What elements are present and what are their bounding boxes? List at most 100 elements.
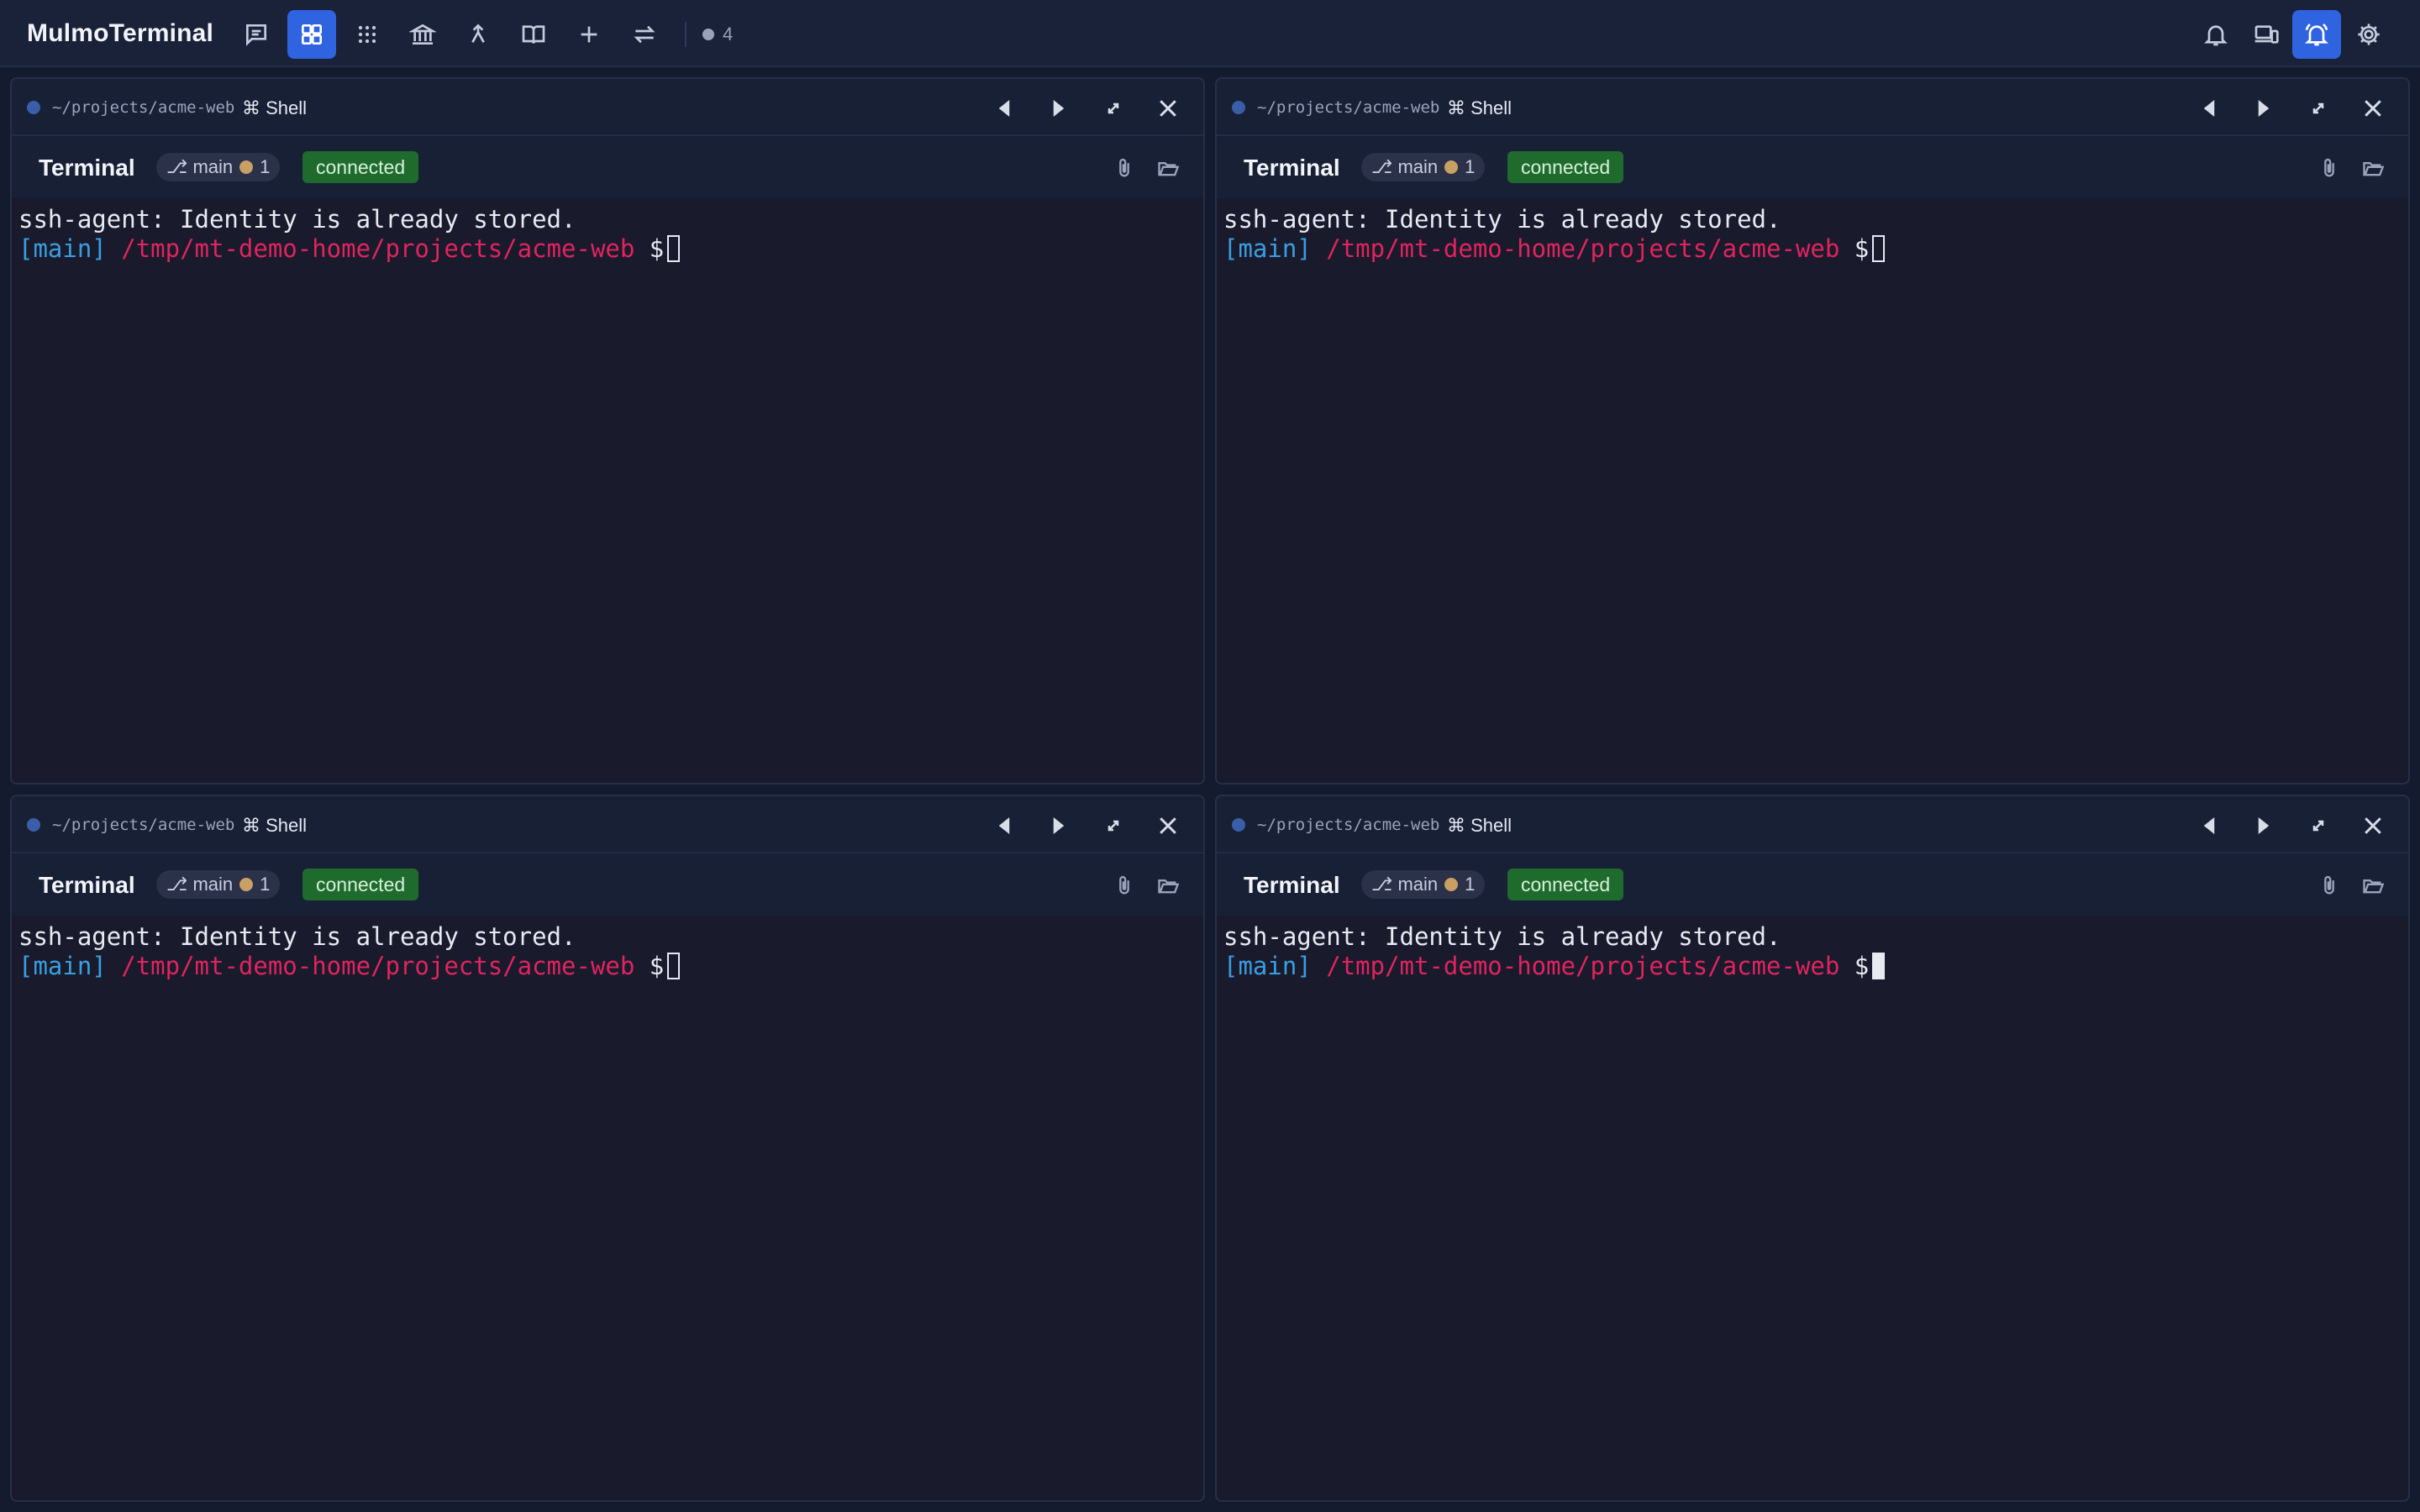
prompt-branch: [main] [1223,952,1312,980]
prompt-branch: [main] [1223,234,1312,263]
pane-toolbar: Terminal ⎇ main 1 connected [12,136,1203,198]
app-title: MulmoTerminal [27,19,214,47]
prompt-branch: [main] [18,952,107,980]
close-pane-button[interactable] [2355,808,2391,843]
status-badge: connected [1507,151,1624,183]
prompt-branch: [main] [18,234,107,263]
modified-dot-icon [239,160,254,174]
terminal-pane-2[interactable]: ~/projects/acme-web ⌘ Shell Terminal ⎇ m… [1215,77,2410,785]
close-pane-button[interactable] [1150,91,1186,126]
prompt-symbol: $ [649,952,665,980]
next-pane-button[interactable] [2246,91,2281,126]
modified-dot-icon [239,878,254,891]
grid-layout-icon[interactable] [287,10,336,59]
branch-badge[interactable]: ⎇ main 1 [1361,870,1486,899]
branch-name: ⎇ main [166,874,234,895]
maximize-button[interactable] [1096,808,1131,843]
terminal-output[interactable]: ssh-agent: Identity is already stored. [… [18,205,1197,783]
terminal-pane-1[interactable]: ~/projects/acme-web ⌘ Shell Terminal ⎇ m… [10,77,1205,785]
attach-icon[interactable] [1107,151,1141,185]
branch-name: ⎇ main [1371,874,1439,895]
next-pane-button[interactable] [2246,808,2281,843]
toolbar-divider [685,22,687,47]
attach-icon[interactable] [2312,151,2346,185]
pane-toolbar: Terminal ⎇ main 1 connected [1217,853,2408,916]
session-count: 4 [702,22,733,47]
session-dot-icon [702,29,714,40]
status-badge: connected [1507,869,1624,900]
prompt-path: /tmp/mt-demo-home/projects/acme-web [121,952,635,980]
modified-count: 1 [1465,874,1476,895]
pane-command: ⌘ Shell [1447,815,1512,836]
prev-pane-button[interactable] [2191,91,2227,126]
terminal-label: Terminal [1244,155,1340,181]
prompt-path: /tmp/mt-demo-home/projects/acme-web [1326,234,1840,263]
chat-icon[interactable] [232,10,281,59]
devices-icon[interactable] [2242,10,2291,59]
branch-name: ⎇ main [1371,156,1439,177]
branch-badge[interactable]: ⎇ main 1 [156,870,281,899]
pane-command: ⌘ Shell [242,815,308,836]
output-line: ssh-agent: Identity is already stored. [1223,205,1781,234]
close-pane-button[interactable] [2355,91,2391,126]
folder-open-icon[interactable] [1151,869,1185,902]
terminal-cursor [667,235,681,262]
pane-status-dot-icon [27,818,40,832]
bell-ring-icon[interactable] [2292,10,2341,59]
status-badge: connected [302,869,419,900]
branch-badge[interactable]: ⎇ main 1 [1361,153,1486,181]
status-badge: connected [302,151,419,183]
modified-dot-icon [1444,160,1459,174]
folder-open-icon[interactable] [2356,151,2390,185]
pane-path: ~/projects/acme-web [1257,98,1440,117]
maximize-button[interactable] [2301,808,2336,843]
session-count-value: 4 [723,24,734,45]
bank-icon[interactable] [398,10,447,59]
branch-badge[interactable]: ⎇ main 1 [156,153,281,181]
pane-status-dot-icon [1232,101,1245,114]
prompt-symbol: $ [1854,234,1870,263]
terminal-label: Terminal [1244,872,1340,898]
next-pane-button[interactable] [1041,808,1076,843]
apps-grid-icon[interactable] [343,10,392,59]
bell-icon[interactable] [2191,10,2240,59]
merge-icon[interactable] [454,10,502,59]
terminal-label: Terminal [39,872,135,898]
prompt-symbol: $ [649,234,665,263]
plus-icon[interactable] [565,10,613,59]
pane-command: ⌘ Shell [242,97,308,118]
attach-icon[interactable] [1107,869,1141,902]
terminal-output[interactable]: ssh-agent: Identity is already stored. [… [1223,922,2402,1500]
prompt-path: /tmp/mt-demo-home/projects/acme-web [1326,952,1840,980]
pane-toolbar: Terminal ⎇ main 1 connected [1217,136,2408,198]
pane-header: ~/projects/acme-web ⌘ Shell [1217,796,2408,853]
pane-status-dot-icon [27,101,40,114]
folder-open-icon[interactable] [2356,869,2390,902]
pane-toolbar: Terminal ⎇ main 1 connected [12,853,1203,916]
modified-dot-icon [1444,878,1459,891]
prev-pane-button[interactable] [986,808,1022,843]
maximize-button[interactable] [1096,91,1131,126]
next-pane-button[interactable] [1041,91,1076,126]
book-icon[interactable] [509,10,558,59]
pane-path: ~/projects/acme-web [52,98,235,117]
terminal-output[interactable]: ssh-agent: Identity is already stored. [… [18,922,1197,1500]
terminal-pane-4[interactable]: ~/projects/acme-web ⌘ Shell Terminal ⎇ m… [1215,795,2410,1502]
prev-pane-button[interactable] [986,91,1022,126]
terminal-output[interactable]: ssh-agent: Identity is already stored. [… [1223,205,2402,783]
top-bar: MulmoTerminal 4 [0,0,2420,67]
terminal-pane-3[interactable]: ~/projects/acme-web ⌘ Shell Terminal ⎇ m… [10,795,1205,1502]
output-line: ssh-agent: Identity is already stored. [18,922,576,951]
terminal-cursor [667,953,681,979]
swap-icon[interactable] [620,10,669,59]
folder-open-icon[interactable] [1151,151,1185,185]
branch-name: ⎇ main [166,156,234,177]
pane-status-dot-icon [1232,818,1245,832]
maximize-button[interactable] [2301,91,2336,126]
gear-icon[interactable] [2344,10,2393,59]
prompt-symbol: $ [1854,952,1870,980]
close-pane-button[interactable] [1150,808,1186,843]
prev-pane-button[interactable] [2191,808,2227,843]
attach-icon[interactable] [2312,869,2346,902]
modified-count: 1 [260,156,271,177]
